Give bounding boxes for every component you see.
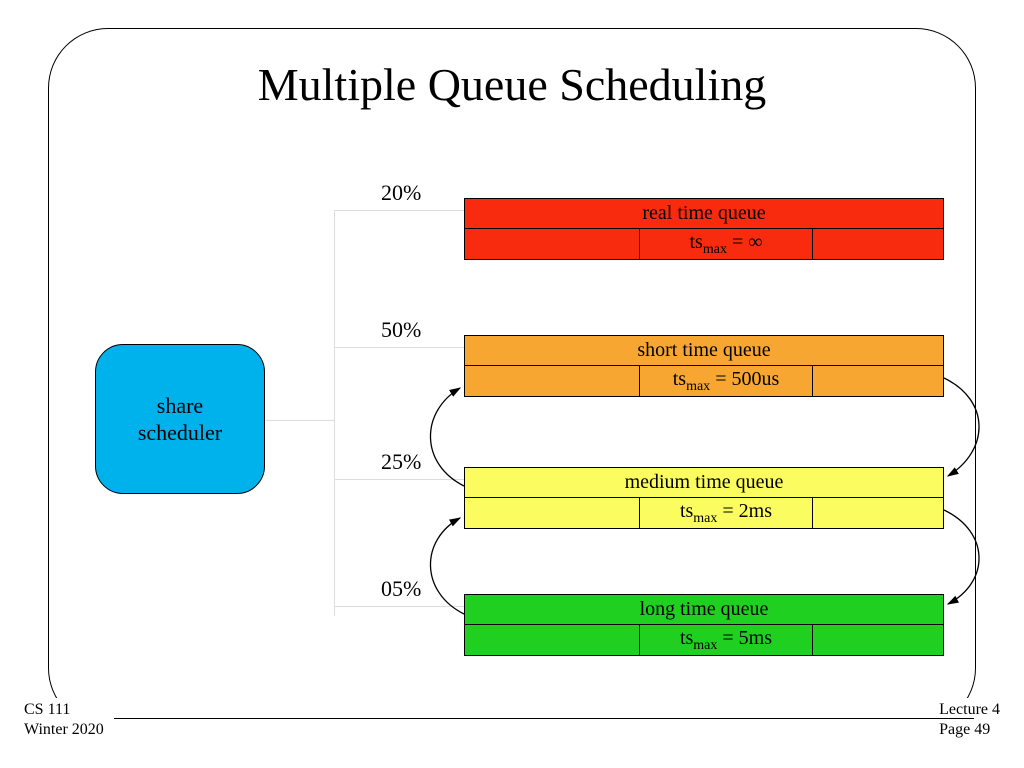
queue-cell-empty-right (813, 229, 943, 259)
queue-2: medium time queuetsmax = 2ms (464, 467, 944, 529)
queue-cell-empty-left (465, 498, 640, 528)
pct-label-4: 05% (381, 576, 421, 602)
frame-bottom-mask (30, 698, 994, 768)
connector-branch-3 (334, 479, 464, 480)
connector-vertical (334, 210, 335, 616)
queue-row: tsmax = 5ms (465, 625, 943, 655)
queue-cell-ts: tsmax = 500us (640, 366, 813, 396)
queue-cell-ts: tsmax = ∞ (640, 229, 813, 259)
queue-title: medium time queue (465, 468, 943, 498)
page-number: Page 49 (939, 721, 990, 738)
connector-main (266, 420, 334, 421)
queue-row: tsmax = 2ms (465, 498, 943, 528)
queue-cell-empty-left (465, 366, 640, 396)
queue-1: short time queuetsmax = 500us (464, 335, 944, 397)
queue-title: long time queue (465, 595, 943, 625)
queue-cell-empty-left (465, 229, 640, 259)
pct-label-2: 50% (381, 317, 421, 343)
queue-cell-empty-right (813, 498, 943, 528)
queue-row: tsmax = ∞ (465, 229, 943, 259)
queue-title: short time queue (465, 336, 943, 366)
queue-cell-empty-right (813, 366, 943, 396)
scheduler-label-line2: scheduler (138, 420, 222, 445)
pct-label-3: 25% (381, 449, 421, 475)
footer-right: Lecture 4 Page 49 (939, 700, 1000, 740)
connector-tree: 20% 50% 25% 05% (266, 210, 466, 616)
footer-left: CS 111 Winter 2020 (24, 700, 104, 740)
pct-label-1: 20% (381, 180, 421, 206)
queue-3: long time queuetsmax = 5ms (464, 594, 944, 656)
queue-cell-empty-left (465, 625, 640, 655)
connector-branch-4 (334, 606, 464, 607)
frame-bottom-line (114, 718, 974, 719)
share-scheduler-box: share scheduler (95, 344, 265, 494)
queue-cell-ts: tsmax = 2ms (640, 498, 813, 528)
slide-title: Multiple Queue Scheduling (0, 58, 1024, 111)
term: Winter 2020 (24, 721, 104, 738)
course-code: CS 111 (24, 701, 70, 718)
lecture-number: Lecture 4 (939, 701, 1000, 718)
queue-title: real time queue (465, 199, 943, 229)
connector-branch-1 (334, 210, 464, 211)
queue-0: real time queuetsmax = ∞ (464, 198, 944, 260)
queue-row: tsmax = 500us (465, 366, 943, 396)
connector-branch-2 (334, 347, 464, 348)
queue-cell-empty-right (813, 625, 943, 655)
scheduler-label-line1: share (157, 393, 203, 418)
queue-cell-ts: tsmax = 5ms (640, 625, 813, 655)
